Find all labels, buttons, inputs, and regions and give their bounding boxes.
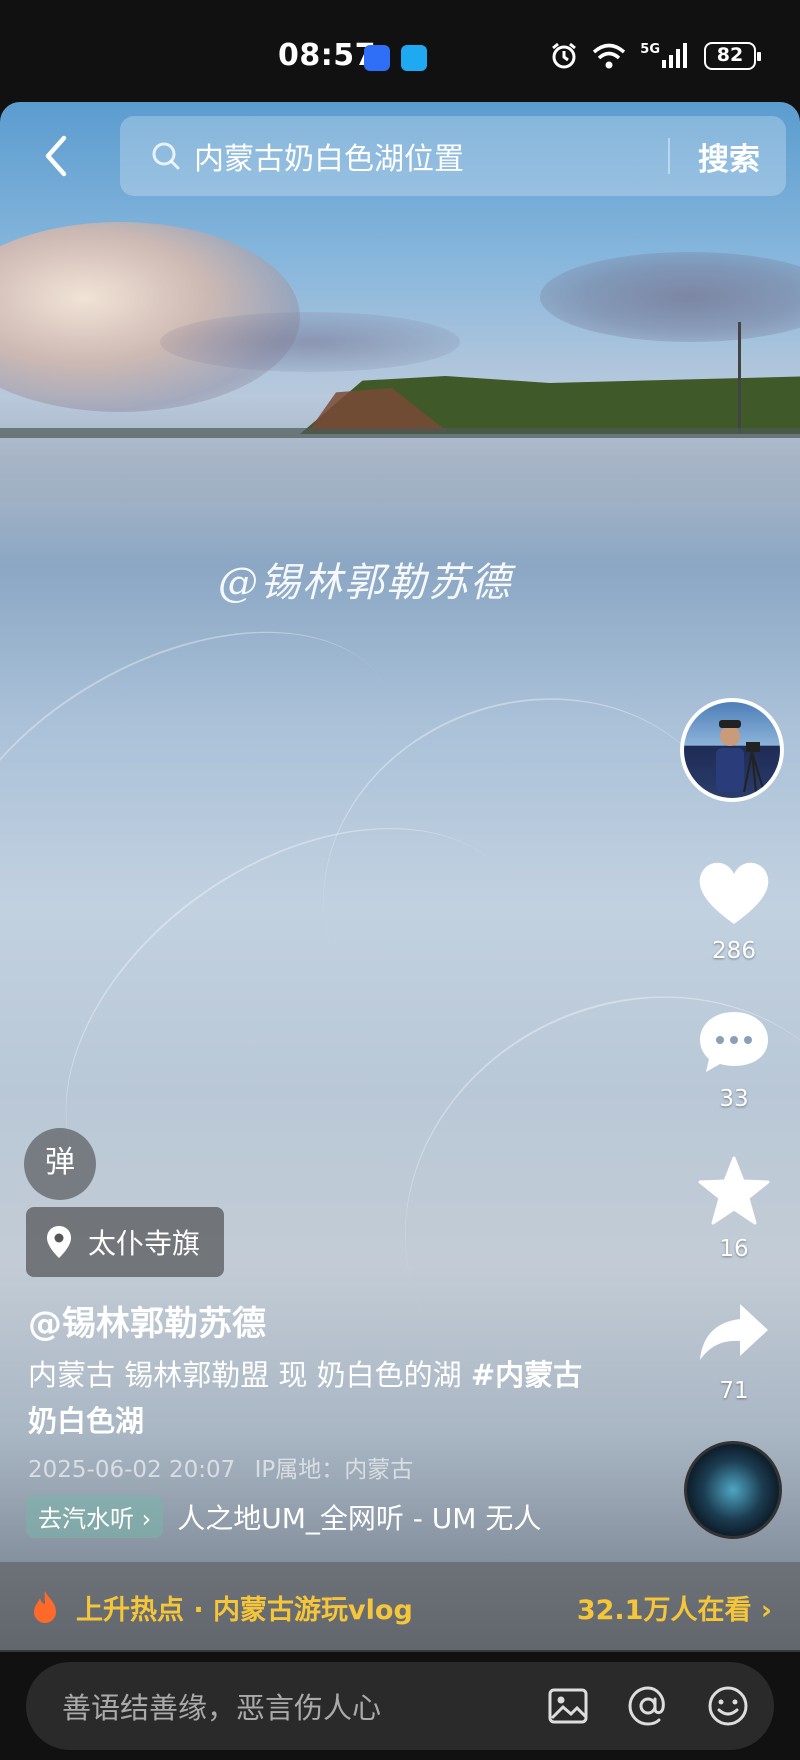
- emoji-icon[interactable]: [706, 1684, 750, 1728]
- app-notification-icon: [364, 45, 390, 71]
- bottom-comment-area: 善语结善缘，恶言伤人心: [0, 1652, 800, 1760]
- search-bar[interactable]: 内蒙古奶白色湖位置 搜索: [120, 116, 786, 196]
- status-bar: 08:57 5G 82: [0, 0, 800, 102]
- hot-topic-label: 上升热点 · 内蒙古游玩vlog: [76, 1594, 413, 1626]
- favorite-action[interactable]: 16: [690, 1156, 778, 1262]
- comment-icon: [700, 1012, 768, 1072]
- listen-in-qishui-button[interactable]: 去汽水听 ›: [26, 1495, 164, 1538]
- alarm-icon: [552, 42, 577, 69]
- hot-topic-bar[interactable]: 上升热点 · 内蒙古游玩vlog 32.1万人在看 ›: [0, 1562, 800, 1652]
- author-name[interactable]: @锡林郭勒苏德: [28, 1296, 266, 1345]
- image-icon[interactable]: [546, 1684, 590, 1728]
- video-description: 内蒙古 锡林郭勒盟 现 奶白色的湖 #内蒙古奶白色湖: [28, 1352, 598, 1444]
- share-action[interactable]: 71: [690, 1300, 778, 1404]
- share-count: 71: [719, 1378, 749, 1404]
- shoreline: [0, 428, 800, 438]
- post-date: 2025-06-02 20:07: [28, 1457, 236, 1483]
- battery-indicator: 82: [704, 42, 761, 70]
- ip-location: IP属地：内蒙古: [254, 1457, 414, 1483]
- fire-icon: [34, 1591, 56, 1623]
- browser-notification-icon: [401, 45, 427, 71]
- video-watermark: @锡林郭勒苏德: [218, 560, 512, 606]
- network-type: 5G: [640, 41, 660, 57]
- search-icon: [152, 142, 180, 170]
- comment-input[interactable]: 善语结善缘，恶言伤人心: [62, 1685, 546, 1727]
- description-text: 内蒙古 锡林郭勒盟 现 奶白色的湖: [28, 1358, 471, 1392]
- author-avatar[interactable]: [680, 698, 784, 802]
- music-disc[interactable]: [684, 1441, 782, 1539]
- power-pole: [738, 322, 741, 434]
- hot-viewer-count: 32.1万人在看 ›: [576, 1594, 772, 1626]
- viewer-count-text: 32.1万人在看: [576, 1594, 752, 1626]
- signal-icon: [662, 43, 687, 68]
- danmu-toggle-button[interactable]: 弹: [24, 1128, 96, 1200]
- cloud: [160, 312, 460, 372]
- search-button[interactable]: 搜索: [670, 134, 786, 179]
- like-action[interactable]: 286: [690, 860, 778, 964]
- mention-icon[interactable]: [626, 1684, 670, 1728]
- post-meta: 2025-06-02 20:07 IP属地：内蒙古: [28, 1450, 413, 1484]
- wifi-icon: [593, 43, 626, 69]
- comment-action[interactable]: 33: [690, 1008, 778, 1112]
- heart-icon: [699, 862, 769, 924]
- comment-input-bar[interactable]: 善语结善缘，恶言伤人心: [26, 1662, 774, 1750]
- comment-count: 33: [719, 1086, 749, 1112]
- location-tag[interactable]: 太仆寺旗: [26, 1207, 225, 1277]
- music-title: 人之地UM_全网听 - UM 无人: [177, 1501, 542, 1535]
- share-icon: [700, 1304, 768, 1360]
- location-pin-icon: [47, 1226, 71, 1258]
- location-label: 太仆寺旗: [88, 1227, 201, 1260]
- music-row[interactable]: 去汽水听 › 人之地UM_全网听 - UM 无人: [26, 1495, 607, 1538]
- favorite-count: 16: [719, 1236, 749, 1262]
- status-time: 08:57: [278, 38, 376, 73]
- star-icon: [698, 1156, 770, 1225]
- status-icons: 5G 82: [550, 41, 761, 70]
- like-count: 286: [712, 938, 756, 964]
- back-arrow-icon[interactable]: [36, 128, 76, 184]
- music-chip-label: 去汽水听: [38, 1505, 134, 1533]
- cloud: [540, 252, 800, 342]
- search-input[interactable]: 内蒙古奶白色湖位置: [194, 134, 668, 178]
